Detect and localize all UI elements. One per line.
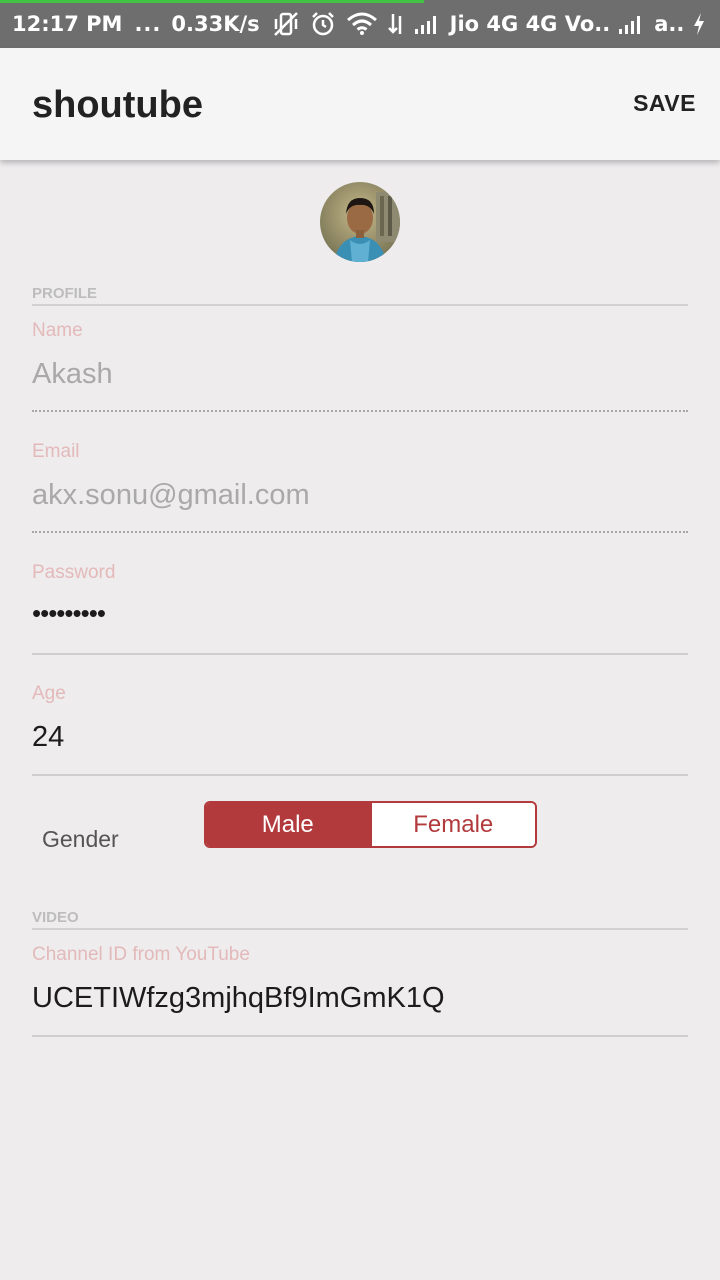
save-button[interactable]: SAVE: [633, 90, 696, 117]
password-label: Password: [32, 562, 116, 583]
app-title: shoutube: [32, 84, 203, 126]
email-field: akx.sonu@gmail.com: [32, 479, 310, 511]
vibrate-off-icon: [272, 11, 300, 37]
status-time: 12:17 PM: [12, 12, 123, 36]
signal-strength-secondary-icon: [618, 13, 644, 35]
status-carrier-primary: Jio 4G 4G Vo..: [449, 12, 611, 36]
gender-segmented-control: Male Female: [204, 801, 537, 848]
password-field[interactable]: •••••••••: [32, 598, 688, 629]
password-underline: [32, 653, 688, 655]
gender-label: Gender: [42, 826, 119, 852]
channel-id-underline: [32, 1035, 688, 1037]
wifi-icon: [346, 12, 378, 36]
age-field[interactable]: 24: [32, 721, 688, 754]
download-progress-bar: [0, 0, 424, 3]
status-bar: 12:17 PM ... 0.33K/s Jio 4G 4G Vo.. a..: [0, 0, 720, 48]
name-underline: [32, 410, 688, 412]
charging-bolt-icon: [692, 12, 706, 36]
gender-option-male[interactable]: Male: [206, 803, 370, 846]
status-network-speed: 0.33K/s: [171, 12, 260, 36]
channel-id-field[interactable]: UCETIWfzg3mjhqBf9ImGmK1Q: [32, 982, 688, 1015]
status-carrier-secondary: a..: [654, 12, 685, 36]
video-section-header: VIDEO: [32, 909, 688, 930]
status-more-dots: ...: [134, 12, 162, 36]
profile-section-header: PROFILE: [32, 285, 688, 306]
profile-avatar[interactable]: [320, 182, 400, 262]
email-underline: [32, 531, 688, 533]
channel-id-label: Channel ID from YouTube: [32, 944, 250, 965]
gender-option-female[interactable]: Female: [369, 803, 535, 846]
email-label: Email: [32, 441, 80, 462]
age-underline: [32, 774, 688, 776]
name-field: Akash: [32, 358, 113, 390]
data-transfer-icon: [387, 12, 404, 36]
name-label: Name: [32, 320, 83, 341]
alarm-icon: [310, 11, 336, 37]
age-label: Age: [32, 683, 66, 704]
app-bar: shoutube SAVE: [0, 48, 720, 160]
signal-strength-icon: [414, 13, 440, 35]
